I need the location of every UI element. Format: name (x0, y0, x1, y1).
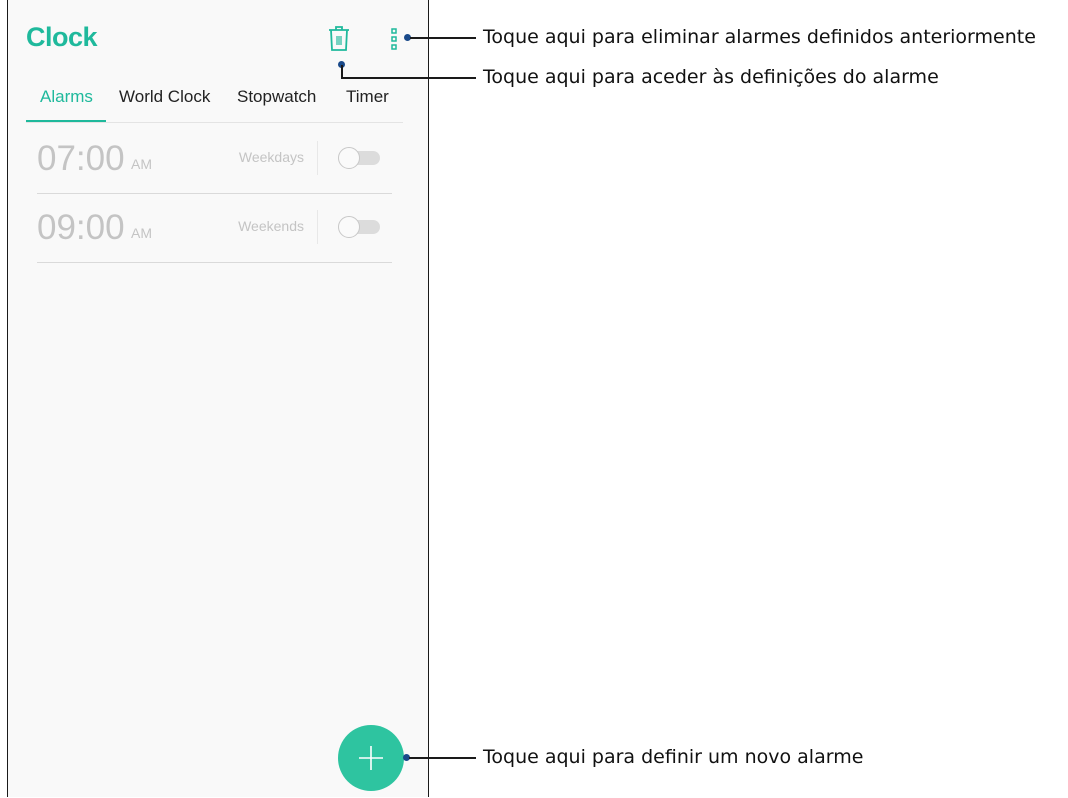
callout-new-alarm-text: Toque aqui para definir um novo alarme (483, 746, 864, 768)
callout-line (410, 37, 476, 39)
tab-timer[interactable]: Timer (346, 87, 389, 107)
alarm-time: 09:00 (37, 208, 125, 247)
alarm-ampm: AM (131, 156, 152, 172)
alarm-row[interactable]: 09:00 AM Weekends (37, 194, 392, 264)
alarm-toggle[interactable] (338, 147, 381, 169)
tab-world-clock[interactable]: World Clock (119, 87, 210, 107)
alarm-separator (317, 210, 318, 244)
row-divider (37, 262, 392, 263)
alarm-repeat-days: Weekdays (238, 149, 304, 165)
alarm-time: 07:00 (37, 139, 125, 178)
callout-line (341, 77, 476, 79)
callout-delete-text: Toque aqui para eliminar alarmes definid… (483, 26, 1036, 48)
callout-line (409, 757, 476, 759)
tab-stopwatch[interactable]: Stopwatch (237, 87, 316, 107)
more-vert-icon[interactable] (389, 27, 399, 51)
callout-settings-text: Toque aqui para aceder às definições do … (483, 66, 939, 88)
alarm-repeat-days: Weekends (238, 218, 304, 234)
alarm-ampm: AM (131, 225, 152, 241)
tabs-divider (26, 122, 403, 123)
alarm-row[interactable]: 07:00 AM Weekdays (37, 125, 392, 195)
plus-icon (359, 746, 383, 770)
alarm-toggle[interactable] (338, 216, 381, 238)
tab-bar: Alarms World Clock Stopwatch Timer (26, 80, 410, 124)
toggle-thumb (338, 216, 360, 238)
phone-screen: Clock Alarms World Clock Stopwatch Timer… (7, 0, 429, 797)
alarm-separator (317, 141, 318, 175)
add-alarm-button[interactable] (338, 725, 404, 791)
tab-alarms[interactable]: Alarms (40, 87, 93, 107)
trash-icon[interactable] (327, 24, 351, 52)
toggle-thumb (338, 147, 360, 169)
app-title: Clock (26, 22, 98, 52)
